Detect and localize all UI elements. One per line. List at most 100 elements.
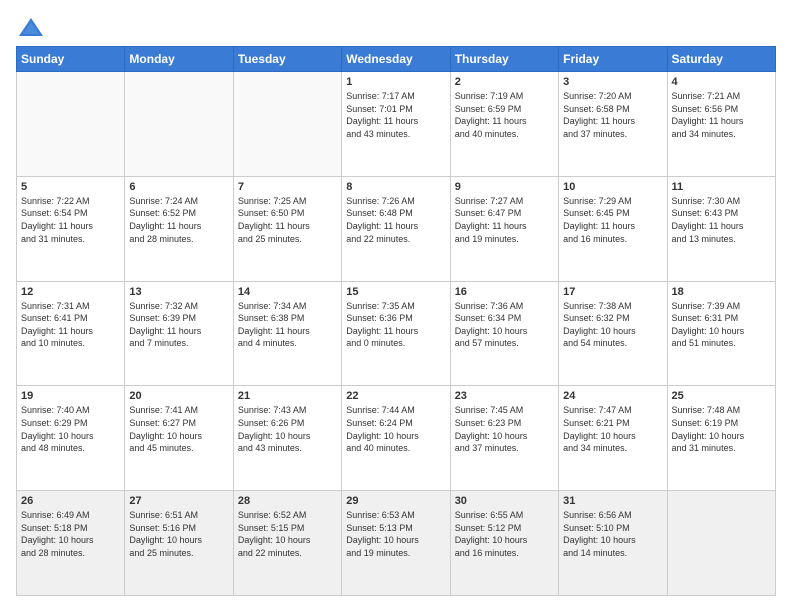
day-number: 20 xyxy=(129,390,228,402)
weekday-header-friday: Friday xyxy=(559,47,667,72)
calendar-cell: 15Sunrise: 7:35 AM Sunset: 6:36 PM Dayli… xyxy=(342,281,450,386)
calendar-cell: 26Sunrise: 6:49 AM Sunset: 5:18 PM Dayli… xyxy=(17,491,125,596)
calendar-cell: 7 Sunrise: 7:25 AM Sunset: 6:50 PM Daylig… xyxy=(233,176,341,281)
day-info: Sunrise: 7:48 AM Sunset: 6:19 PM Dayligh… xyxy=(672,404,771,454)
day-info: Sunrise: 7:34 AM Sunset: 6:38 PM Dayligh… xyxy=(238,300,337,350)
calendar-cell: 11 Sunrise: 7:30 AM Sunset: 6:43 PM Dayli… xyxy=(667,176,775,281)
calendar-cell: 25Sunrise: 7:48 AM Sunset: 6:19 PM Dayli… xyxy=(667,386,775,491)
day-info: Sunrise: 6:56 AM Sunset: 5:10 PM Dayligh… xyxy=(563,509,662,559)
weekday-header-wednesday: Wednesday xyxy=(342,47,450,72)
day-info: Sunrise: 6:55 AM Sunset: 5:12 PM Dayligh… xyxy=(455,509,554,559)
day-info: Sunrise: 6:51 AM Sunset: 5:16 PM Dayligh… xyxy=(129,509,228,559)
day-number: 11 xyxy=(672,181,771,193)
calendar-cell: 24Sunrise: 7:47 AM Sunset: 6:21 PM Dayli… xyxy=(559,386,667,491)
day-number: 29 xyxy=(346,495,445,507)
day-number: 12 xyxy=(21,286,120,298)
day-number: 3 xyxy=(563,76,662,88)
calendar-cell xyxy=(233,72,341,177)
calendar-week-4: 26Sunrise: 6:49 AM Sunset: 5:18 PM Dayli… xyxy=(17,491,776,596)
calendar-cell: 22 Sunrise: 7:44 AM Sunset: 6:24 PM Dayli… xyxy=(342,386,450,491)
day-number: 14 xyxy=(238,286,337,298)
day-info: Sunrise: 6:52 AM Sunset: 5:15 PM Dayligh… xyxy=(238,509,337,559)
calendar-cell: 13Sunrise: 7:32 AM Sunset: 6:39 PM Dayli… xyxy=(125,281,233,386)
calendar-cell: 31 Sunrise: 6:56 AM Sunset: 5:10 PM Dayli… xyxy=(559,491,667,596)
day-number: 4 xyxy=(672,76,771,88)
calendar-week-3: 19 Sunrise: 7:40 AM Sunset: 6:29 PM Dayli… xyxy=(17,386,776,491)
day-number: 1 xyxy=(346,76,445,88)
calendar-cell: 8 Sunrise: 7:26 AM Sunset: 6:48 PM Daylig… xyxy=(342,176,450,281)
calendar-cell: 9Sunrise: 7:27 AM Sunset: 6:47 PM Daylig… xyxy=(450,176,558,281)
day-info: Sunrise: 7:45 AM Sunset: 6:23 PM Dayligh… xyxy=(455,404,554,454)
day-info: Sunrise: 7:40 AM Sunset: 6:29 PM Dayligh… xyxy=(21,404,120,454)
calendar-cell: 4 Sunrise: 7:21 AM Sunset: 6:56 PM Daylig… xyxy=(667,72,775,177)
day-info: Sunrise: 7:20 AM Sunset: 6:58 PM Dayligh… xyxy=(563,90,662,140)
day-number: 24 xyxy=(563,390,662,402)
calendar-cell: 14 Sunrise: 7:34 AM Sunset: 6:38 PM Dayli… xyxy=(233,281,341,386)
page: SundayMondayTuesdayWednesdayThursdayFrid… xyxy=(0,0,792,612)
day-info: Sunrise: 7:35 AM Sunset: 6:36 PM Dayligh… xyxy=(346,300,445,350)
calendar-cell: 19 Sunrise: 7:40 AM Sunset: 6:29 PM Dayli… xyxy=(17,386,125,491)
day-info: Sunrise: 7:22 AM Sunset: 6:54 PM Dayligh… xyxy=(21,195,120,245)
day-info: Sunrise: 7:38 AM Sunset: 6:32 PM Dayligh… xyxy=(563,300,662,350)
day-info: Sunrise: 7:31 AM Sunset: 6:41 PM Dayligh… xyxy=(21,300,120,350)
day-info: Sunrise: 7:36 AM Sunset: 6:34 PM Dayligh… xyxy=(455,300,554,350)
day-number: 26 xyxy=(21,495,120,507)
calendar-week-1: 5 Sunrise: 7:22 AM Sunset: 6:54 PM Daylig… xyxy=(17,176,776,281)
day-info: Sunrise: 7:44 AM Sunset: 6:24 PM Dayligh… xyxy=(346,404,445,454)
day-number: 13 xyxy=(129,286,228,298)
calendar-cell: 3 Sunrise: 7:20 AM Sunset: 6:58 PM Daylig… xyxy=(559,72,667,177)
weekday-header-thursday: Thursday xyxy=(450,47,558,72)
day-number: 10 xyxy=(563,181,662,193)
calendar-cell: 28Sunrise: 6:52 AM Sunset: 5:15 PM Dayli… xyxy=(233,491,341,596)
day-number: 2 xyxy=(455,76,554,88)
day-info: Sunrise: 7:41 AM Sunset: 6:27 PM Dayligh… xyxy=(129,404,228,454)
day-number: 19 xyxy=(21,390,120,402)
day-number: 5 xyxy=(21,181,120,193)
calendar-cell: 2 Sunrise: 7:19 AM Sunset: 6:59 PM Daylig… xyxy=(450,72,558,177)
calendar-cell: 6 Sunrise: 7:24 AM Sunset: 6:52 PM Daylig… xyxy=(125,176,233,281)
calendar-cell: 18 Sunrise: 7:39 AM Sunset: 6:31 PM Dayli… xyxy=(667,281,775,386)
weekday-header-monday: Monday xyxy=(125,47,233,72)
day-number: 8 xyxy=(346,181,445,193)
day-number: 23 xyxy=(455,390,554,402)
day-info: Sunrise: 7:21 AM Sunset: 6:56 PM Dayligh… xyxy=(672,90,771,140)
day-number: 21 xyxy=(238,390,337,402)
day-info: Sunrise: 7:39 AM Sunset: 6:31 PM Dayligh… xyxy=(672,300,771,350)
weekday-header-sunday: Sunday xyxy=(17,47,125,72)
calendar-cell: 12 Sunrise: 7:31 AM Sunset: 6:41 PM Dayli… xyxy=(17,281,125,386)
day-info: Sunrise: 6:53 AM Sunset: 5:13 PM Dayligh… xyxy=(346,509,445,559)
header xyxy=(16,16,776,36)
day-info: Sunrise: 7:43 AM Sunset: 6:26 PM Dayligh… xyxy=(238,404,337,454)
day-number: 6 xyxy=(129,181,228,193)
day-number: 7 xyxy=(238,181,337,193)
day-info: Sunrise: 7:26 AM Sunset: 6:48 PM Dayligh… xyxy=(346,195,445,245)
calendar-cell: 20 Sunrise: 7:41 AM Sunset: 6:27 PM Dayli… xyxy=(125,386,233,491)
day-info: Sunrise: 7:19 AM Sunset: 6:59 PM Dayligh… xyxy=(455,90,554,140)
day-info: Sunrise: 7:27 AM Sunset: 6:47 PM Dayligh… xyxy=(455,195,554,245)
calendar-cell: 30 Sunrise: 6:55 AM Sunset: 5:12 PM Dayli… xyxy=(450,491,558,596)
calendar-cell: 16Sunrise: 7:36 AM Sunset: 6:34 PM Dayli… xyxy=(450,281,558,386)
day-number: 18 xyxy=(672,286,771,298)
calendar-cell: 23 Sunrise: 7:45 AM Sunset: 6:23 PM Dayli… xyxy=(450,386,558,491)
calendar-cell: 1 Sunrise: 7:17 AM Sunset: 7:01 PM Daylig… xyxy=(342,72,450,177)
weekday-header-saturday: Saturday xyxy=(667,47,775,72)
calendar-week-2: 12 Sunrise: 7:31 AM Sunset: 6:41 PM Dayli… xyxy=(17,281,776,386)
calendar-cell: 29 Sunrise: 6:53 AM Sunset: 5:13 PM Dayli… xyxy=(342,491,450,596)
weekday-header-tuesday: Tuesday xyxy=(233,47,341,72)
calendar-cell xyxy=(667,491,775,596)
day-number: 27 xyxy=(129,495,228,507)
calendar-cell: 5 Sunrise: 7:22 AM Sunset: 6:54 PM Daylig… xyxy=(17,176,125,281)
day-number: 31 xyxy=(563,495,662,507)
day-info: Sunrise: 7:25 AM Sunset: 6:50 PM Dayligh… xyxy=(238,195,337,245)
day-info: Sunrise: 7:24 AM Sunset: 6:52 PM Dayligh… xyxy=(129,195,228,245)
day-info: Sunrise: 7:17 AM Sunset: 7:01 PM Dayligh… xyxy=(346,90,445,140)
day-number: 30 xyxy=(455,495,554,507)
day-number: 17 xyxy=(563,286,662,298)
day-info: Sunrise: 7:30 AM Sunset: 6:43 PM Dayligh… xyxy=(672,195,771,245)
logo xyxy=(16,16,46,36)
logo-icon xyxy=(17,16,45,40)
calendar-cell: 27 Sunrise: 6:51 AM Sunset: 5:16 PM Dayli… xyxy=(125,491,233,596)
day-number: 22 xyxy=(346,390,445,402)
calendar-cell: 10 Sunrise: 7:29 AM Sunset: 6:45 PM Dayli… xyxy=(559,176,667,281)
day-info: Sunrise: 7:29 AM Sunset: 6:45 PM Dayligh… xyxy=(563,195,662,245)
